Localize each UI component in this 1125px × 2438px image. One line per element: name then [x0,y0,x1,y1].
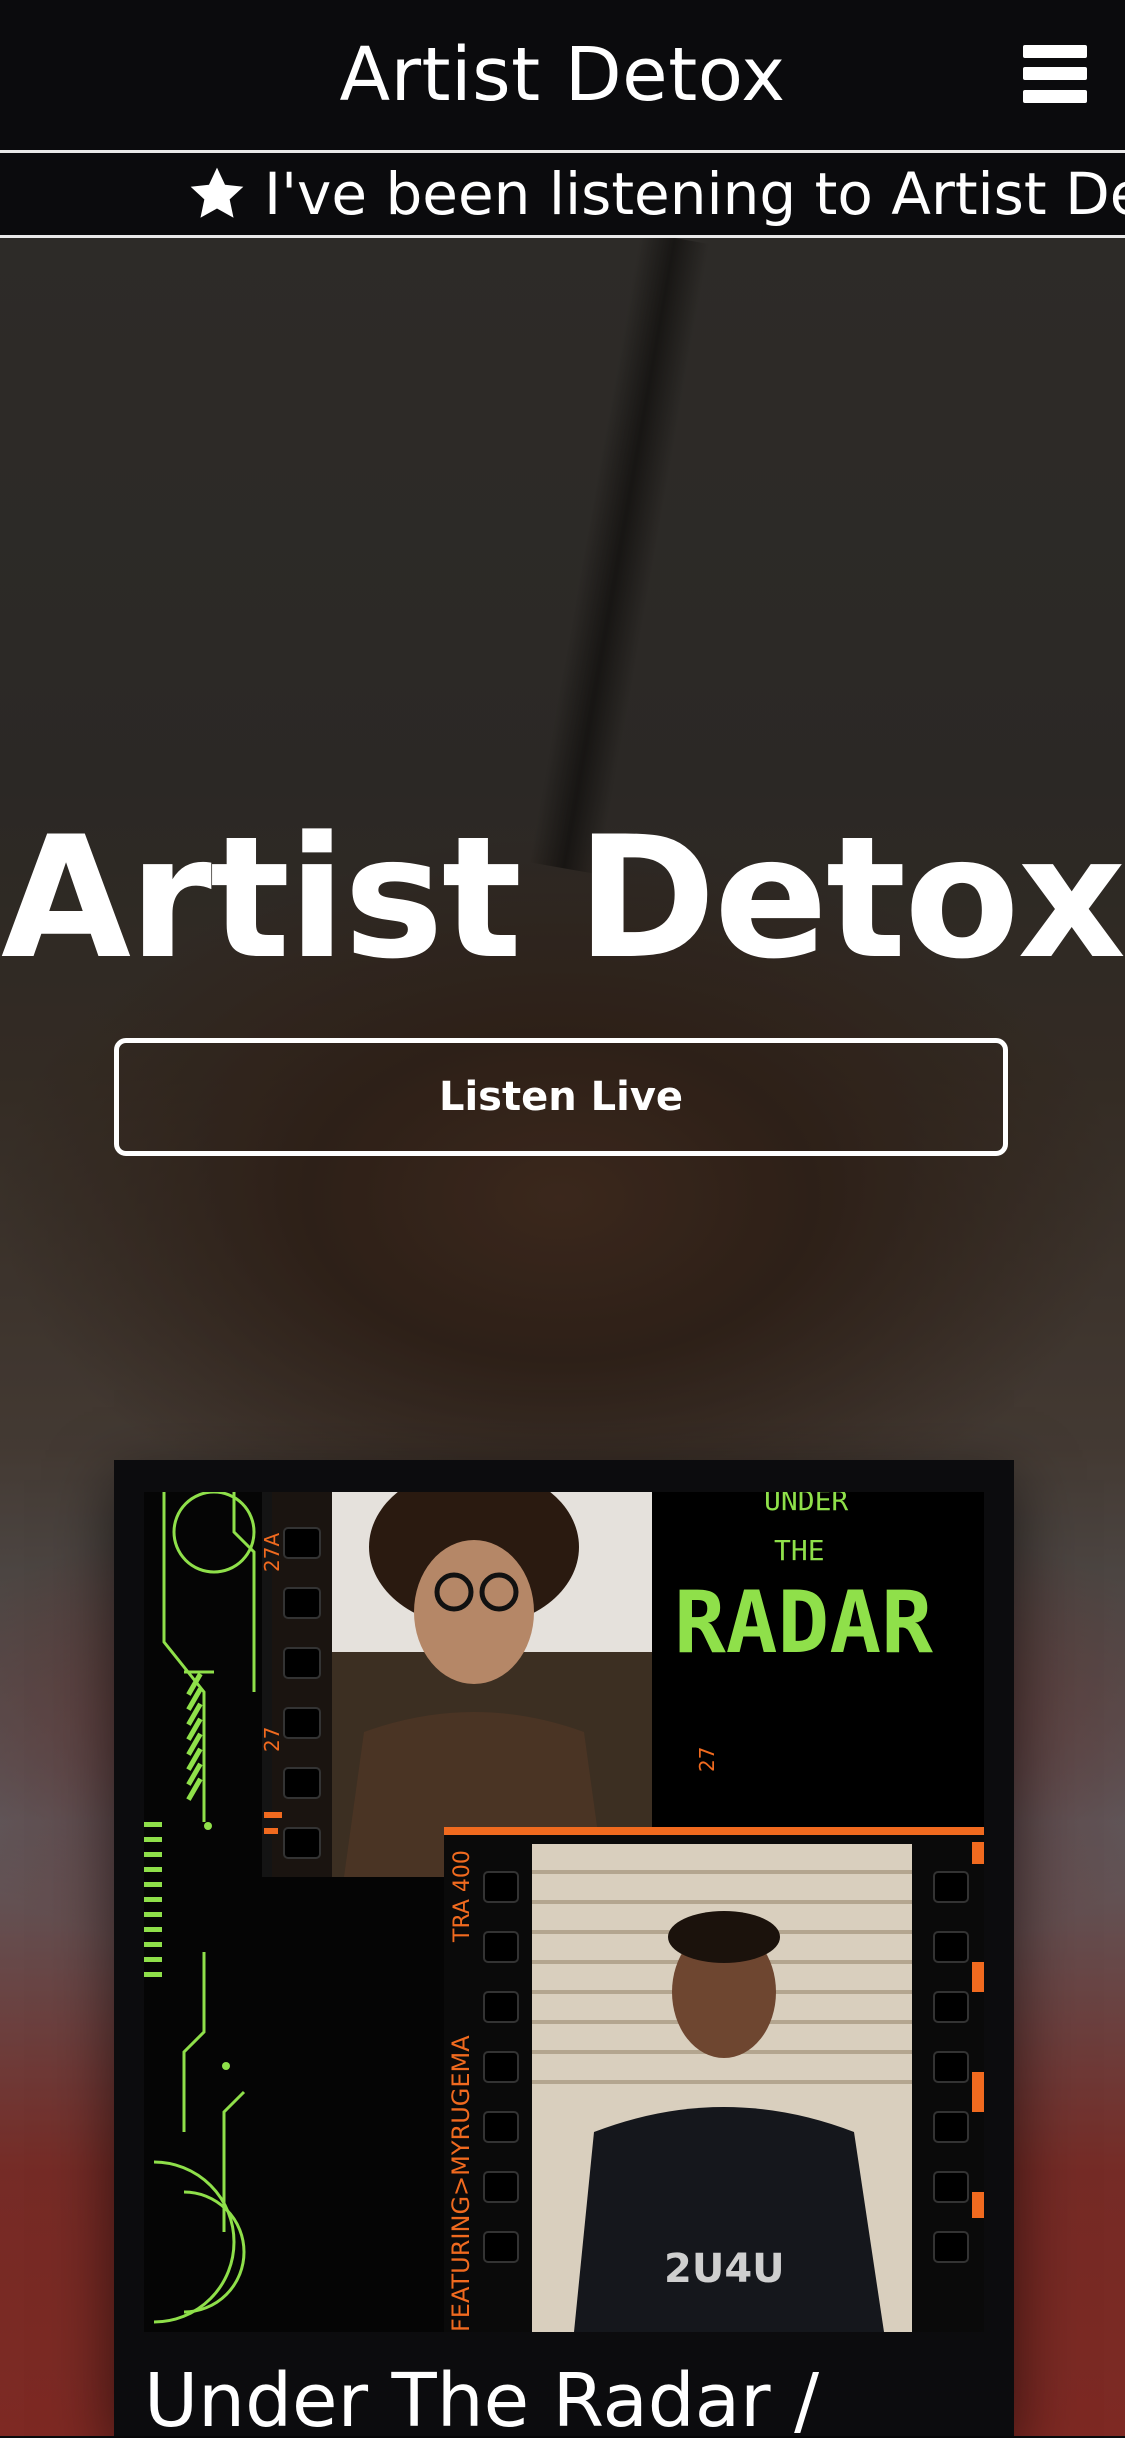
hero-background-detail [529,238,710,875]
frame-code-label: 27 [695,1747,719,1772]
shirt-text: 2U4U [664,2246,785,2292]
frame-code-label: 27A [260,1533,284,1572]
post-artwork[interactable]: UNDER THE RADAR 27A 27 27 2U4U FEATURING… [144,1492,984,2332]
listen-live-button[interactable]: Listen Live [114,1038,1008,1156]
ticker-text: I've been listening to Artist Deotox [264,160,1125,228]
artwork-graphic: UNDER THE RADAR 27A 27 27 2U4U FEATURING… [144,1492,984,2332]
post-title[interactable]: Under The Radar / [144,2358,984,2438]
menu-line [1023,45,1087,58]
featured-post-card[interactable]: UNDER THE RADAR 27A 27 27 2U4U FEATURING… [114,1460,1014,2438]
menu-line [1023,90,1087,103]
site-title[interactable]: Artist Detox [0,0,1125,150]
artwork-text-the: THE [774,1534,825,1567]
listen-live-label: Listen Live [438,1074,684,1120]
artwork-text-radar: RADAR [674,1573,933,1673]
artwork-text-under: UNDER [764,1492,848,1517]
menu-line [1023,67,1087,80]
ticker-content: I've been listening to Artist Deotox [186,153,1125,235]
star-icon [190,167,244,218]
film-code-label: TRA 400 [450,1850,475,1943]
hamburger-menu-icon[interactable] [1023,45,1087,103]
artwork-side-caption: FEATURING>MYRUGEMA [447,2035,475,2332]
frame-code-label: 27 [260,1727,284,1752]
top-navigation-bar: Artist Detox [0,0,1125,153]
announcement-ticker: I've been listening to Artist Deotox [0,153,1125,238]
hero-title: Artist Detox [0,800,1125,996]
